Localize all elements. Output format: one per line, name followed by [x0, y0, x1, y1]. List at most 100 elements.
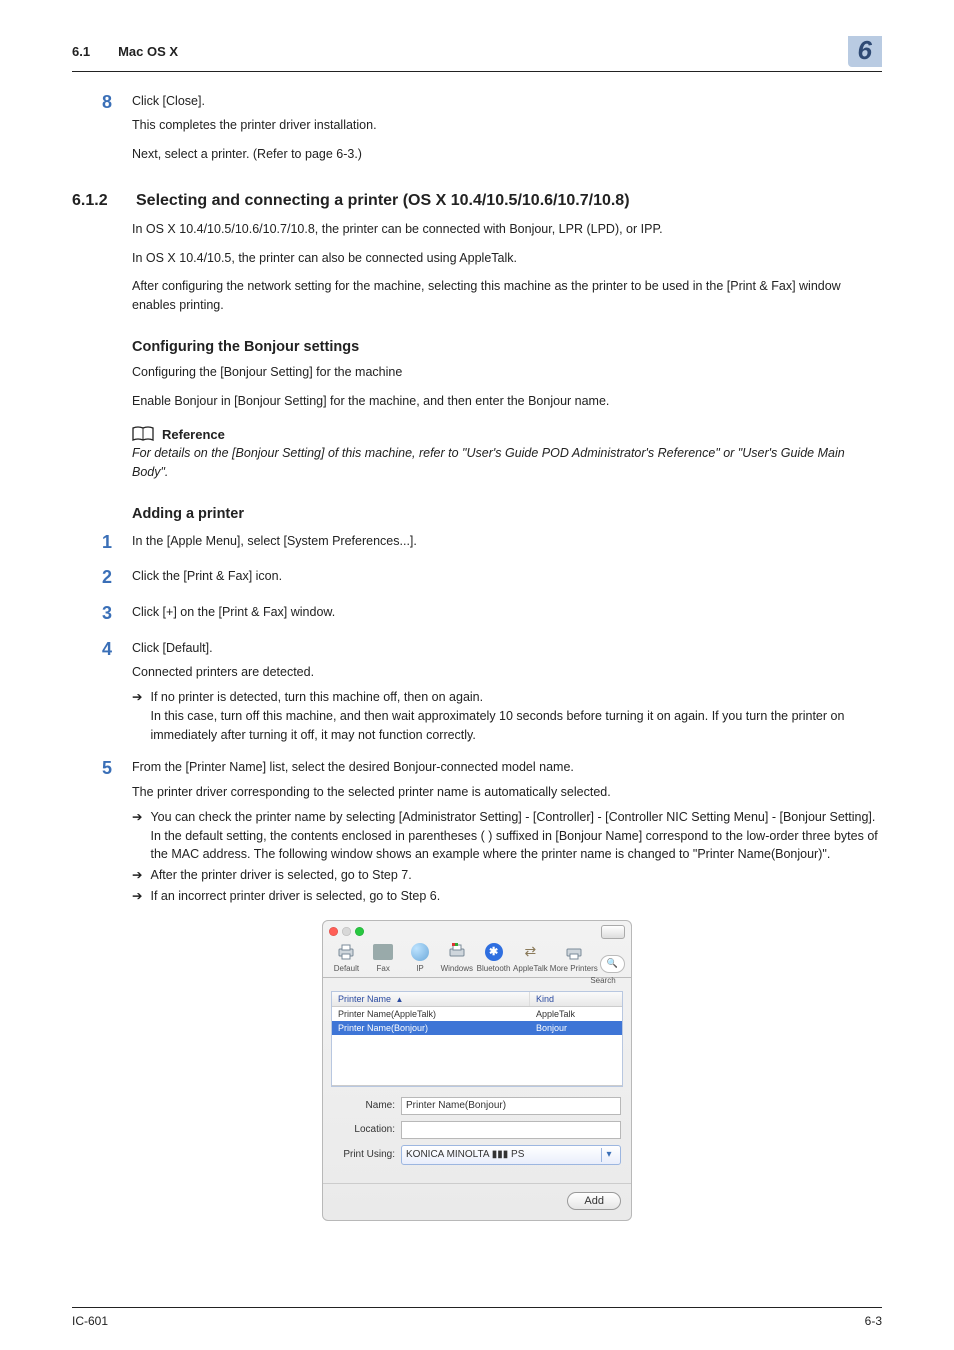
- step-8-number: 8: [72, 92, 112, 114]
- printer-icon: [444, 941, 470, 963]
- toolbar-toggle-button[interactable]: [601, 925, 625, 939]
- name-input-value: Printer Name(Bonjour): [406, 1100, 506, 1111]
- step-8-line1: Click [Close].: [132, 92, 882, 111]
- printer-icon: [561, 941, 587, 963]
- search-icon: 🔍: [607, 958, 618, 969]
- printusing-select[interactable]: KONICA MINOLTA ▮▮▮ PS ▾: [401, 1145, 621, 1165]
- step-3-text: Click [+] on the [Print & Fax] window.: [132, 603, 882, 622]
- step-2-text: Click the [Print & Fax] icon.: [132, 567, 882, 586]
- minimize-window-icon[interactable]: [342, 927, 351, 936]
- printer-form: Name: Printer Name(Bonjour) Location: Pr…: [323, 1087, 631, 1183]
- section-6-1-2-title: Selecting and connecting a printer (OS X…: [136, 192, 630, 210]
- reference-label: Reference: [162, 427, 225, 442]
- reference-text: For details on the [Bonjour Setting] of …: [132, 444, 882, 482]
- toolbar-windows[interactable]: Windows: [439, 941, 474, 973]
- location-label: Location:: [333, 1124, 395, 1135]
- toolbar-more-printers[interactable]: More Printers: [550, 941, 598, 973]
- row1-name: Printer Name(Bonjour): [332, 1021, 530, 1035]
- reference-block: Reference For details on the [Bonjour Se…: [132, 426, 882, 482]
- close-window-icon[interactable]: [329, 927, 338, 936]
- footer-right: 6-3: [865, 1314, 882, 1328]
- after-step8-paragraph: Next, select a printer. (Refer to page 6…: [132, 145, 882, 164]
- sec612-p3: After configuring the network setting fo…: [132, 277, 882, 315]
- mac-toolbar: Default Fax IP Windows ✱: [323, 941, 631, 978]
- window-controls[interactable]: [329, 927, 364, 936]
- column-printer-name[interactable]: Printer Name: [338, 994, 391, 1004]
- name-input[interactable]: Printer Name(Bonjour): [401, 1097, 621, 1115]
- step-2: 2 Click the [Print & Fax] icon.: [72, 567, 882, 589]
- sort-asc-icon[interactable]: ▲: [396, 995, 404, 1004]
- chevron-updown-icon: ▾: [601, 1148, 616, 1162]
- arrow-icon: ➔: [132, 688, 142, 744]
- toolbar-appletalk-label: AppleTalk: [513, 964, 548, 973]
- step-4-b1: If no printer is detected, turn this mac…: [150, 690, 483, 704]
- mac-add-printer-dialog: Default Fax IP Windows ✱: [322, 920, 632, 1221]
- chapter-badge: 6: [848, 36, 882, 67]
- step-5-bullet-3: ➔ If an incorrect printer driver is sele…: [132, 887, 882, 906]
- fax-icon: [370, 941, 396, 963]
- step-8-line2: This completes the printer driver instal…: [132, 116, 882, 135]
- printusing-label: Print Using:: [333, 1149, 395, 1160]
- header-section-number: 6.1: [72, 44, 90, 59]
- printer-list-row[interactable]: Printer Name(AppleTalk) AppleTalk: [332, 1007, 622, 1021]
- sec612-p2: In OS X 10.4/10.5, the printer can also …: [132, 249, 882, 268]
- step-5-b2: After the printer driver is selected, go…: [150, 866, 411, 885]
- printer-list[interactable]: Printer Name(AppleTalk) AppleTalk Printe…: [332, 1007, 622, 1086]
- step-1-number: 1: [72, 532, 112, 554]
- zoom-window-icon[interactable]: [355, 927, 364, 936]
- toolbar-appletalk[interactable]: ⇄ AppleTalk: [513, 941, 548, 973]
- step-8: 8 Click [Close]. This completes the prin…: [72, 92, 882, 136]
- step-4-sub1: Connected printers are detected.: [132, 663, 882, 682]
- toolbar-fax[interactable]: Fax: [366, 941, 401, 973]
- section-6-1-2-number: 6.1.2: [72, 192, 112, 210]
- header-right: 6: [848, 36, 882, 67]
- section-6-1-2-heading: 6.1.2 Selecting and connecting a printer…: [72, 192, 882, 210]
- toolbar-search-label: Search: [575, 976, 631, 985]
- step-5-number: 5: [72, 758, 112, 780]
- page-footer: IC-601 6-3: [72, 1307, 882, 1328]
- location-input[interactable]: [401, 1121, 621, 1139]
- bonjour-p2: Enable Bonjour in [Bonjour Setting] for …: [132, 392, 882, 411]
- column-kind[interactable]: Kind: [530, 992, 622, 1006]
- step-5-sub1: The printer driver corresponding to the …: [132, 783, 882, 802]
- toolbar-default-label: Default: [334, 964, 359, 973]
- mac-titlebar: [323, 921, 631, 941]
- toolbar-fax-label: Fax: [377, 964, 390, 973]
- toolbar-windows-label: Windows: [441, 964, 473, 973]
- sec612-p1: In OS X 10.4/10.5/10.6/10.7/10.8, the pr…: [132, 220, 882, 239]
- row0-name: Printer Name(AppleTalk): [332, 1007, 530, 1021]
- step-1-text: In the [Apple Menu], select [System Pref…: [132, 532, 882, 551]
- step-4-number: 4: [72, 639, 112, 661]
- add-button[interactable]: Add: [567, 1192, 621, 1210]
- adding-heading: Adding a printer: [132, 506, 882, 522]
- step-5-text: From the [Printer Name] list, select the…: [132, 758, 882, 777]
- arrow-icon: ➔: [132, 808, 142, 864]
- step-5-b1: You can check the printer name by select…: [150, 808, 882, 864]
- toolbar-search[interactable]: 🔍: [600, 955, 625, 973]
- arrow-icon: ➔: [132, 887, 142, 906]
- name-label: Name:: [333, 1100, 395, 1111]
- step-1: 1 In the [Apple Menu], select [System Pr…: [72, 532, 882, 554]
- step-4-b1b: In this case, turn off this machine, and…: [150, 709, 844, 742]
- toolbar-default[interactable]: Default: [329, 941, 364, 973]
- step-5-b3: If an incorrect printer driver is select…: [150, 887, 440, 906]
- step-3-number: 3: [72, 603, 112, 625]
- bonjour-heading: Configuring the Bonjour settings: [132, 339, 882, 355]
- bonjour-p1: Configuring the [Bonjour Setting] for th…: [132, 363, 882, 382]
- step-4-bullet-1: ➔ If no printer is detected, turn this m…: [132, 688, 882, 744]
- page-header: 6.1 Mac OS X 6: [72, 36, 882, 72]
- bluetooth-icon: ✱: [481, 941, 507, 963]
- step-5: 5 From the [Printer Name] list, select t…: [72, 758, 882, 905]
- header-left: 6.1 Mac OS X: [72, 44, 178, 59]
- step-3: 3 Click [+] on the [Print & Fax] window.: [72, 603, 882, 625]
- printer-list-row-selected[interactable]: Printer Name(Bonjour) Bonjour: [332, 1021, 622, 1035]
- arrow-icon: ➔: [132, 866, 142, 885]
- row1-kind: Bonjour: [530, 1021, 622, 1035]
- row0-kind: AppleTalk: [530, 1007, 622, 1021]
- toolbar-bluetooth[interactable]: ✱ Bluetooth: [476, 941, 511, 973]
- footer-left: IC-601: [72, 1314, 108, 1328]
- toolbar-ip[interactable]: IP: [403, 941, 438, 973]
- printer-list-header: Printer Name ▲ Kind: [332, 992, 622, 1007]
- toolbar-bluetooth-label: Bluetooth: [477, 964, 511, 973]
- globe-icon: [407, 941, 433, 963]
